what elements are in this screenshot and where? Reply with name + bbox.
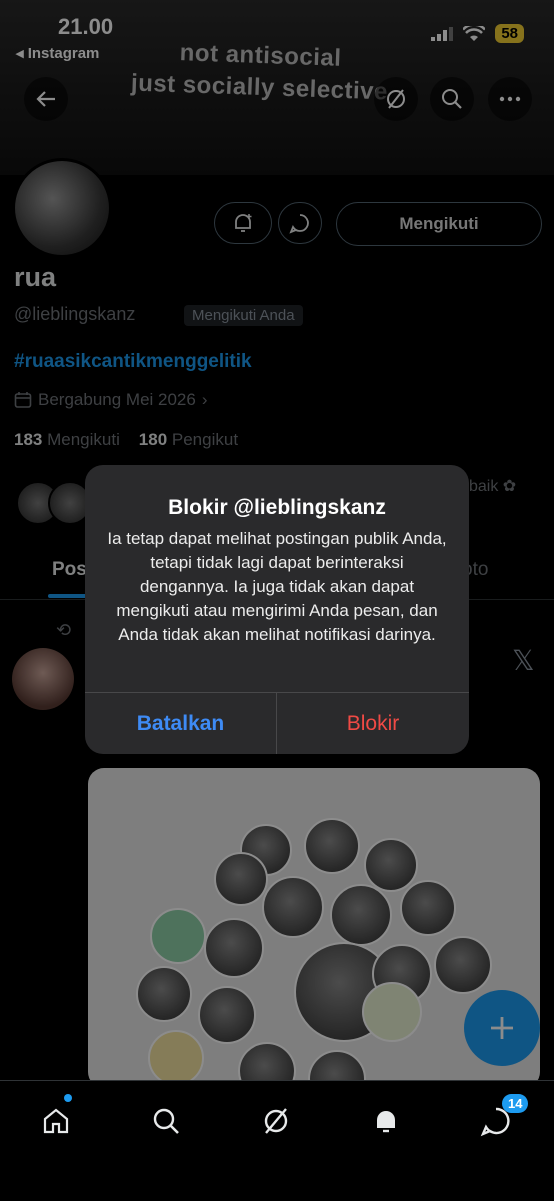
bell-icon <box>377 1111 395 1133</box>
bottom-nav <box>0 1080 554 1201</box>
nav-notifications[interactable] <box>366 1101 406 1141</box>
home-unread-dot <box>64 1094 72 1102</box>
cancel-button[interactable]: Batalkan <box>85 693 276 754</box>
block-dialog: Blokir @lieblingskanz Ia tetap dapat mel… <box>85 465 469 754</box>
search-icon <box>153 1108 179 1134</box>
nav-home[interactable] <box>36 1101 76 1141</box>
messages-badge: 14 <box>502 1094 529 1113</box>
nav-search[interactable] <box>146 1101 186 1141</box>
dialog-message: Ia tetap dapat melihat postingan publik … <box>107 529 447 644</box>
dialog-title: Blokir @lieblingskanz <box>168 496 386 519</box>
home-icon <box>43 1108 69 1134</box>
nav-grok[interactable] <box>256 1101 296 1141</box>
block-button[interactable]: Blokir <box>277 693 469 754</box>
grok-icon <box>264 1108 288 1134</box>
